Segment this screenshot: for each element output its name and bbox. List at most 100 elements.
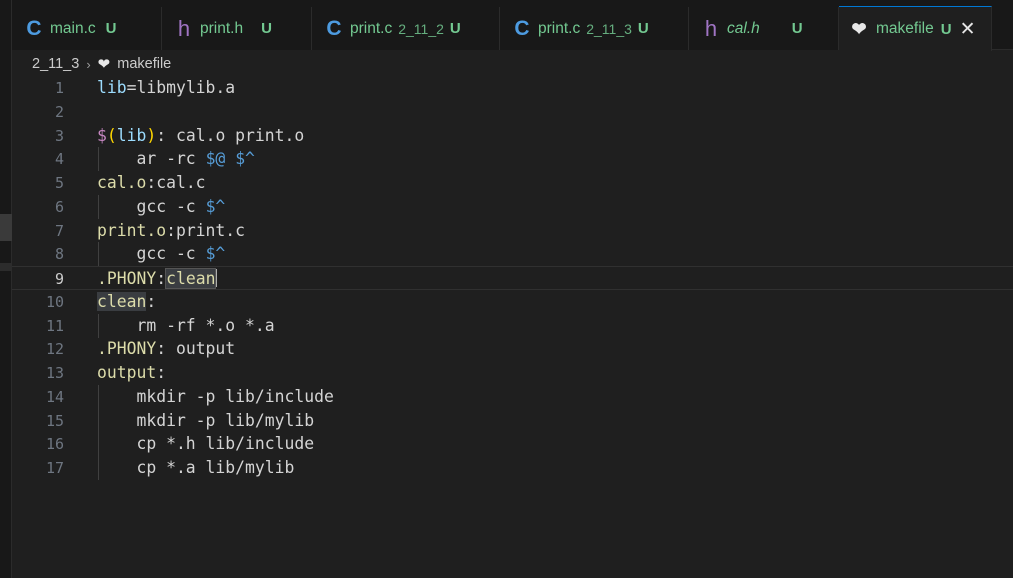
code-text: rm -rf *.o *.a bbox=[97, 314, 274, 338]
code-token: : bbox=[156, 269, 167, 288]
code-text: lib=libmylib.a bbox=[97, 76, 235, 100]
code-line[interactable]: 6 gcc -c $^ bbox=[12, 194, 1013, 219]
code-line[interactable]: 9 .PHONY:clean bbox=[12, 266, 1013, 290]
code-text: .PHONY: output bbox=[97, 337, 235, 361]
code-token: gcc -c bbox=[97, 244, 206, 264]
tab-makefile[interactable]: ❤ makefile U ✕ bbox=[839, 6, 992, 51]
tab-label: print.h bbox=[200, 19, 244, 37]
c-file-icon: C bbox=[514, 16, 530, 40]
code-text: gcc -c $^ bbox=[97, 195, 225, 219]
line-number: 4 bbox=[54, 150, 64, 169]
git-status-badge: U bbox=[449, 20, 461, 37]
code-token: :print.c bbox=[166, 220, 246, 240]
code-line[interactable]: 1 lib=libmylib.a bbox=[12, 76, 1013, 100]
code-text: cp *.a lib/mylib bbox=[97, 456, 294, 480]
line-number: 10 bbox=[45, 292, 64, 311]
line-number: 17 bbox=[45, 459, 64, 477]
code-text: .PHONY:clean bbox=[97, 267, 218, 291]
code-token: $@ bbox=[205, 149, 226, 169]
code-token: ( bbox=[106, 125, 117, 145]
code-token: $^ bbox=[235, 149, 255, 169]
git-status-badge: U bbox=[940, 20, 952, 38]
breadcrumb-folder[interactable]: 2_11_3 bbox=[32, 56, 79, 72]
code-line[interactable]: 2 bbox=[12, 100, 1013, 124]
git-status-badge: U bbox=[105, 20, 117, 37]
tab-print-h[interactable]: h print.h U bbox=[162, 7, 312, 50]
code-token: : bbox=[146, 291, 157, 311]
code-token: $^ bbox=[205, 196, 226, 216]
line-number: 16 bbox=[45, 435, 64, 454]
git-status-badge: U bbox=[261, 20, 272, 37]
code-text: cal.o:cal.c bbox=[97, 171, 206, 195]
c-file-icon: C bbox=[326, 16, 342, 40]
code-token: clean bbox=[97, 291, 147, 311]
code-token: =libmylib.a bbox=[126, 78, 236, 97]
code-line[interactable]: 15 mkdir -p lib/mylib bbox=[12, 408, 1013, 433]
code-token: $ bbox=[97, 125, 107, 145]
code-line[interactable]: 5 cal.o:cal.c bbox=[12, 171, 1013, 195]
code-text: cp *.h lib/include bbox=[97, 432, 314, 456]
code-text: mkdir -p lib/include bbox=[97, 385, 334, 409]
code-line[interactable]: 16 cp *.h lib/include bbox=[12, 432, 1013, 457]
tab-folder-hint: 2_11_2 bbox=[398, 20, 444, 37]
code-token: ar -rc bbox=[97, 149, 206, 169]
line-number: 13 bbox=[45, 364, 64, 382]
code-text: gcc -c $^ bbox=[97, 242, 225, 266]
code-editor[interactable]: 1 lib=libmylib.a 2 3 $(lib): cal.o print.o 4 … bbox=[12, 76, 1013, 578]
tab-print-c-2-11-3[interactable]: C print.c 2_11_3 U bbox=[500, 7, 689, 50]
code-text: print.o:print.c bbox=[97, 219, 245, 243]
code-token: : cal.o print.o bbox=[156, 125, 305, 145]
code-token: print.o bbox=[97, 220, 167, 240]
h-file-icon: h bbox=[704, 15, 718, 41]
breadcrumb: 2_11_3 › ❤ makefile bbox=[32, 53, 171, 75]
code-line[interactable]: 11 rm -rf *.o *.a bbox=[12, 313, 1013, 338]
code-line[interactable]: 7 print.o:print.c bbox=[12, 219, 1013, 243]
code-text: clean: bbox=[97, 290, 156, 314]
c-file-icon: C bbox=[26, 16, 42, 40]
code-line[interactable]: 10 clean: bbox=[12, 290, 1013, 314]
code-line[interactable]: 12 .PHONY: output bbox=[12, 337, 1013, 361]
code-token: mkdir -p lib/mylib bbox=[97, 410, 315, 430]
code-line[interactable]: 13 output: bbox=[12, 361, 1013, 385]
tab-main-c[interactable]: C main.c U bbox=[12, 7, 162, 50]
code-line[interactable]: 17 cp *.a lib/mylib bbox=[12, 456, 1013, 480]
line-number: 15 bbox=[45, 411, 64, 430]
code-token: gcc -c bbox=[97, 196, 206, 216]
breadcrumb-file[interactable]: makefile bbox=[117, 56, 171, 72]
tab-print-c-2-11-2[interactable]: C print.c 2_11_2 U bbox=[312, 7, 500, 50]
line-number: 2 bbox=[54, 102, 64, 121]
code-token: ) bbox=[146, 125, 157, 145]
code-token: .PHONY bbox=[97, 269, 157, 288]
code-line[interactable]: 8 gcc -c $^ bbox=[12, 242, 1013, 267]
code-text: ar -rc $@ $^ bbox=[97, 147, 255, 171]
tab-label: print.c bbox=[350, 19, 393, 37]
line-number: 1 bbox=[54, 79, 64, 97]
strip-marker bbox=[0, 214, 12, 241]
code-line[interactable]: 3 $(lib): cal.o print.o bbox=[12, 124, 1013, 148]
code-token: mkdir -p lib/include bbox=[97, 386, 334, 406]
line-number: 5 bbox=[54, 174, 64, 192]
chevron-right-icon: › bbox=[86, 56, 91, 72]
close-icon[interactable]: ✕ bbox=[960, 18, 976, 41]
tab-folder-hint: 2_11_3 bbox=[586, 20, 632, 37]
code-token: : bbox=[156, 363, 167, 382]
code-line[interactable]: 14 mkdir -p lib/include bbox=[12, 384, 1013, 409]
code-token: cp *.a lib/mylib bbox=[97, 458, 295, 477]
line-number: 8 bbox=[54, 245, 64, 264]
code-token: $^ bbox=[205, 244, 226, 264]
makefile-icon: ❤ bbox=[851, 18, 867, 39]
code-token: lib bbox=[116, 125, 147, 145]
line-number: 7 bbox=[54, 221, 64, 240]
tab-cal-h[interactable]: h cal.h U bbox=[689, 7, 839, 50]
strip-marker bbox=[0, 263, 12, 271]
code-token: .PHONY bbox=[97, 339, 157, 359]
code-line[interactable]: 4 ar -rc $@ $^ bbox=[12, 147, 1013, 172]
line-number: 3 bbox=[54, 126, 64, 145]
h-file-icon: h bbox=[177, 15, 191, 41]
line-number: 9 bbox=[54, 270, 64, 288]
line-number: 6 bbox=[54, 197, 64, 216]
tab-label: cal.h bbox=[727, 19, 760, 37]
code-token: : output bbox=[156, 339, 236, 359]
code-text: mkdir -p lib/mylib bbox=[97, 409, 314, 433]
